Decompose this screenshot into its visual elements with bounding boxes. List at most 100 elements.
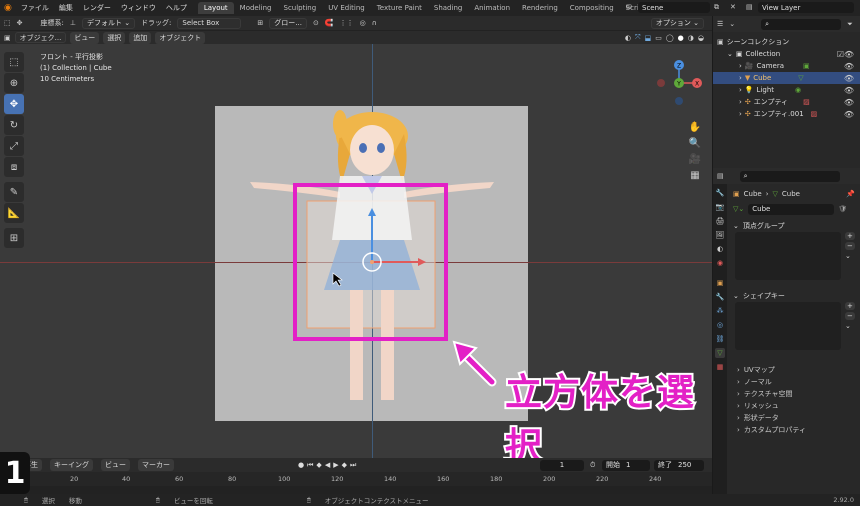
subpanel-uv-maps[interactable]: › UVマップ bbox=[727, 364, 860, 376]
end-frame-field[interactable]: 終了 250 bbox=[654, 459, 704, 471]
proportional-icon[interactable]: ◎ bbox=[360, 19, 366, 27]
mesh-selector-icon[interactable]: ▽⌄ bbox=[733, 205, 744, 213]
record-icon[interactable]: ● bbox=[298, 461, 304, 470]
select-box-icon[interactable]: ⬚ bbox=[4, 52, 24, 72]
zoom-icon[interactable]: 🔍 bbox=[688, 136, 702, 150]
properties-type-icon[interactable]: ▤ bbox=[717, 172, 724, 180]
editor-type-icon[interactable]: ▣ bbox=[4, 34, 11, 42]
rendered-shading-icon[interactable]: ◒ bbox=[698, 34, 704, 42]
eye-icon[interactable]: 👁 bbox=[844, 98, 854, 107]
menu-keying[interactable]: キーイング bbox=[50, 459, 93, 471]
view-layer-icon[interactable]: ▤ bbox=[746, 3, 753, 11]
current-frame-field[interactable]: 1 bbox=[540, 459, 584, 471]
menu-add[interactable]: 追加 bbox=[129, 31, 152, 44]
add-cube-icon[interactable]: ⊞ bbox=[4, 228, 24, 248]
menu-down-icon[interactable]: ⌄ bbox=[845, 322, 855, 330]
render-tab-icon[interactable]: 📷 bbox=[715, 202, 725, 212]
mesh-name-field[interactable]: Cube bbox=[748, 203, 835, 215]
menu-file[interactable]: ファイル bbox=[16, 3, 54, 13]
blender-logo-icon[interactable]: ◉ bbox=[4, 3, 16, 13]
move-tool-icon[interactable]: ✥ bbox=[17, 19, 23, 27]
vertex-groups-panel[interactable]: ⌄ 頂点グループ bbox=[727, 220, 860, 232]
pivot-dropdown[interactable]: グロー... bbox=[269, 17, 307, 29]
options-dropdown[interactable]: オプション ⌄ bbox=[650, 17, 704, 29]
outliner-item-empty-001[interactable]: › ✣ エンプティ.001 ▨ 👁 bbox=[713, 108, 860, 120]
eye-icon[interactable]: 👁 bbox=[844, 86, 854, 95]
drag-dropdown[interactable]: Select Box bbox=[177, 17, 242, 29]
menu-object[interactable]: オブジェクト bbox=[155, 31, 206, 44]
subpanel-texture-space[interactable]: › テクスチャ空間 bbox=[727, 388, 860, 400]
measure-icon[interactable]: 📐 bbox=[4, 203, 24, 223]
mode-dropdown[interactable]: オブジェク... bbox=[14, 32, 67, 43]
outliner-item-camera[interactable]: › 🎥 Camera ▣ 👁 bbox=[713, 60, 860, 72]
wireframe-shading-icon[interactable]: ◯ bbox=[666, 34, 674, 42]
tab-uv-editing[interactable]: UV Editing bbox=[322, 2, 371, 14]
prev-key-icon[interactable]: ◆ bbox=[316, 461, 321, 470]
camera-view-icon[interactable]: 🎥 bbox=[688, 152, 702, 166]
transform-icon[interactable]: ⧈ bbox=[4, 157, 24, 177]
eye-icon[interactable]: 👁 bbox=[844, 110, 854, 119]
modifier-tab-icon[interactable]: 🔧 bbox=[715, 292, 725, 302]
vertex-groups-list[interactable] bbox=[735, 232, 841, 280]
shape-keys-panel[interactable]: ⌄ シェイプキー bbox=[727, 290, 860, 302]
subpanel-normals[interactable]: › ノーマル bbox=[727, 376, 860, 388]
3d-viewport[interactable]: ⬚ ⊕ ✥ ↻ ⤢ ⧈ ✎ 📐 ⊞ フロント - 平行投影 (1) Collec… bbox=[0, 44, 712, 458]
timeline-ruler[interactable]: 20 40 60 80 100 120 140 160 180 200 220 … bbox=[0, 472, 712, 486]
eye-icon[interactable]: 👁 bbox=[844, 74, 854, 83]
outliner-scene-collection[interactable]: ▣ シーンコレクション bbox=[713, 36, 860, 48]
subpanel-remesh[interactable]: › リメッシュ bbox=[727, 400, 860, 412]
remove-icon[interactable]: − bbox=[845, 242, 855, 250]
world-tab-icon[interactable]: ◉ bbox=[715, 258, 725, 268]
tab-shading[interactable]: Shading bbox=[428, 2, 468, 14]
output-tab-icon[interactable]: 🖨 bbox=[715, 216, 725, 226]
menu-help[interactable]: ヘルプ bbox=[161, 3, 192, 13]
snap-target-icon[interactable]: ⋮⋮ bbox=[340, 19, 354, 27]
tab-layout[interactable]: Layout bbox=[197, 2, 234, 14]
menu-timeline-view[interactable]: ビュー bbox=[101, 459, 130, 471]
select-tool-icon[interactable]: ⬚ bbox=[4, 19, 11, 27]
solid-shading-icon[interactable]: ● bbox=[678, 34, 684, 42]
gizmo-toggle-icon[interactable]: ⤧ bbox=[635, 33, 641, 42]
filter-icon[interactable]: ⌄ bbox=[729, 20, 735, 28]
rotate-icon[interactable]: ↻ bbox=[4, 115, 24, 135]
tab-rendering[interactable]: Rendering bbox=[516, 2, 564, 14]
subpanel-geometry-data[interactable]: › 形状データ bbox=[727, 412, 860, 424]
shape-keys-list[interactable] bbox=[735, 302, 841, 350]
scene-tab-icon[interactable]: ◐ bbox=[715, 244, 725, 254]
menu-view[interactable]: ビュー bbox=[70, 31, 100, 44]
properties-search-input[interactable]: ⌕ bbox=[739, 170, 840, 182]
tab-sculpting[interactable]: Sculpting bbox=[278, 2, 323, 14]
menu-down-icon[interactable]: ⌄ bbox=[845, 252, 855, 260]
tab-animation[interactable]: Animation bbox=[468, 2, 516, 14]
menu-render[interactable]: レンダー bbox=[78, 3, 116, 13]
move-icon[interactable]: ✥ bbox=[4, 94, 24, 114]
start-frame-field[interactable]: 開始 1 bbox=[602, 459, 650, 471]
physics-tab-icon[interactable]: ◎ bbox=[715, 320, 725, 330]
object-tab-icon[interactable]: ▣ bbox=[715, 278, 725, 288]
remove-icon[interactable]: − bbox=[845, 312, 855, 320]
view-layer-tab-icon[interactable]: 🖼 bbox=[715, 230, 725, 240]
clock-icon[interactable]: ⏱ bbox=[590, 461, 595, 470]
outliner-item-cube[interactable]: › ▼ Cube ▽ 👁 bbox=[713, 72, 860, 84]
overlay-toggle-icon[interactable]: ⬓ bbox=[645, 34, 652, 42]
outliner-item-empty[interactable]: › ✣ エンプティ ▨ 👁 bbox=[713, 96, 860, 108]
pin-icon[interactable]: 📌 bbox=[846, 190, 855, 198]
tab-texture-paint[interactable]: Texture Paint bbox=[371, 2, 428, 14]
outliner-collection[interactable]: ⌄ ▣ Collection ☑ 👁 bbox=[713, 48, 860, 60]
snap-icon[interactable]: 🧲 bbox=[325, 19, 334, 27]
xray-icon[interactable]: ▭ bbox=[655, 34, 662, 42]
funnel-icon[interactable]: ⏷ bbox=[847, 20, 853, 29]
eye-icon[interactable]: 👁 bbox=[844, 62, 854, 71]
add-icon[interactable]: + bbox=[845, 232, 855, 240]
play-reverse-icon[interactable]: ◀ bbox=[325, 461, 330, 470]
scene-icon[interactable]: ⛁ bbox=[626, 3, 632, 11]
perspective-toggle-icon[interactable]: ▦ bbox=[688, 168, 702, 182]
tool-tab-icon[interactable]: 🔧 bbox=[715, 188, 725, 198]
coord-dropdown[interactable]: デフォルト ⌄ bbox=[81, 17, 136, 29]
eye-icon[interactable]: 👁 bbox=[844, 50, 854, 59]
menu-window[interactable]: ウィンドウ bbox=[116, 3, 161, 13]
next-key-icon[interactable]: ◆ bbox=[342, 461, 347, 470]
material-tab-icon[interactable]: ▦ bbox=[715, 362, 725, 372]
falloff-icon[interactable]: ∩ bbox=[372, 19, 377, 27]
menu-select[interactable]: 選択 bbox=[103, 31, 126, 44]
